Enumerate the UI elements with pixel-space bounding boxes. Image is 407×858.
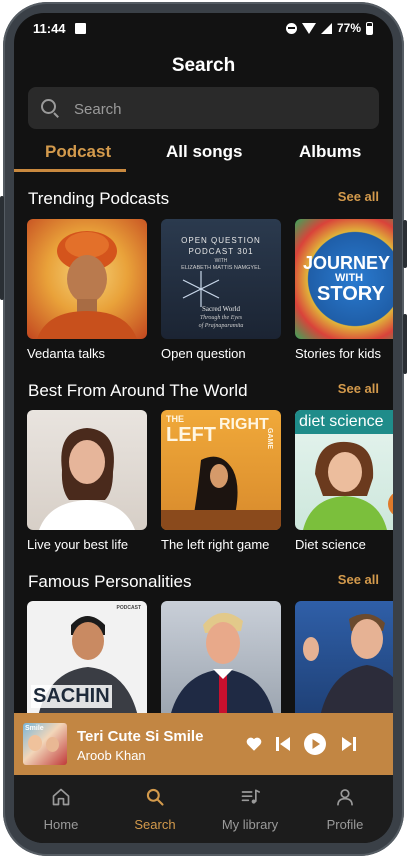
signal-icon — [320, 22, 332, 34]
search-icon — [146, 788, 164, 806]
portrait-photo-icon — [303, 441, 393, 530]
snowflake-icon — [182, 271, 220, 307]
app-screen: 11:44 77% Search Podcast All songs Album… — [14, 13, 393, 843]
nav-my-library-label: My library — [221, 817, 279, 832]
podcast-card-open-question[interactable]: OPEN QUESTION PODCAST 301 WITH ELIZABETH… — [161, 219, 281, 361]
status-time: 11:44 — [33, 21, 66, 36]
status-bar: 11:44 77% — [14, 13, 393, 45]
podcast-title: Vedanta talks — [27, 346, 106, 361]
search-bar[interactable] — [28, 87, 379, 131]
side-button-right-bottom — [403, 314, 407, 374]
song-title: Teri Cute Si Smile — [77, 728, 204, 745]
cover-text: Sacred World — [202, 305, 240, 313]
podcast-card-live-your-best-life[interactable]: Live your best life — [27, 410, 147, 552]
see-all-trending-button[interactable]: See all — [338, 189, 379, 204]
tab-all-songs[interactable]: All songs — [166, 142, 243, 162]
home-icon — [52, 788, 70, 806]
podcast-cover: diet science — [295, 410, 393, 530]
cover-text: STORY — [317, 283, 385, 305]
nav-profile[interactable]: Profile — [298, 775, 392, 843]
podcast-card-vedanta[interactable]: Vedanta talks — [27, 219, 147, 361]
search-input[interactable] — [72, 87, 366, 131]
podcast-cover — [27, 219, 147, 339]
library-icon — [241, 789, 260, 804]
podcast-cover: JOURNEY WITH STORY — [295, 219, 393, 339]
section-title-famous-personalities: Famous Personalities — [28, 572, 192, 591]
personality-card-3[interactable] — [295, 601, 393, 721]
nav-search[interactable]: Search — [108, 775, 202, 843]
podcast-cover: OPEN QUESTION PODCAST 301 WITH ELIZABETH… — [161, 219, 281, 339]
podcast-cover — [27, 410, 147, 530]
cover-text: PODCAST — [116, 605, 141, 611]
illustration-icon — [161, 456, 281, 530]
portrait-illustration-icon — [37, 231, 137, 339]
battery-icon — [366, 21, 373, 35]
cover-text: Through the Eyes — [199, 315, 243, 321]
nav-home-label: Home — [43, 817, 79, 832]
personality-card-sachin[interactable]: PODCAST SACHIN — [27, 601, 147, 721]
podcast-card-left-right-game[interactable]: THE LEFT RIGHT GAME The left right game — [161, 410, 281, 552]
cover-text: THE — [166, 414, 184, 424]
status-icons: 77% — [285, 21, 373, 35]
tab-albums[interactable]: Albums — [299, 142, 361, 162]
section-title-trending: Trending Podcasts — [28, 189, 170, 208]
cover-text: JOURNEY — [303, 253, 391, 273]
side-button-left — [0, 196, 4, 300]
previous-icon[interactable] — [275, 735, 291, 753]
podcast-title: Stories for kids — [295, 346, 381, 361]
see-all-world-button[interactable]: See all — [338, 381, 379, 396]
play-icon[interactable] — [303, 732, 327, 756]
nav-home[interactable]: Home — [14, 775, 108, 843]
active-tab-indicator — [14, 169, 126, 172]
next-icon[interactable] — [341, 735, 357, 753]
portrait-photo-icon — [169, 612, 275, 721]
cover-text: RIGHT — [219, 416, 269, 433]
nav-search-label: Search — [134, 817, 176, 832]
podcast-cover: THE LEFT RIGHT GAME — [161, 410, 281, 530]
podcast-card-diet-science[interactable]: diet science Diet science — [295, 410, 393, 552]
cover-text: LEFT — [166, 424, 216, 446]
portrait-photo-icon — [39, 428, 135, 530]
podcast-title: Diet science — [295, 537, 366, 552]
section-title-best-from-world: Best From Around The World — [28, 381, 248, 400]
podcast-title: Open question — [161, 346, 246, 361]
cover-text: PODCAST 301 — [188, 247, 254, 256]
battery-percent: 77% — [336, 21, 361, 35]
search-icon — [41, 99, 56, 114]
song-artist: Aroob Khan — [77, 748, 146, 763]
tab-podcast[interactable]: Podcast — [45, 142, 111, 162]
mini-player[interactable]: Smile Teri Cute Si Smile Aroob Khan — [14, 713, 393, 775]
portrait-photo-icon — [303, 613, 393, 721]
tab-bar: Podcast All songs Albums — [14, 139, 393, 173]
side-button-right-top — [403, 220, 407, 268]
do-not-disturb-icon — [285, 22, 297, 34]
heart-icon[interactable] — [245, 735, 263, 753]
nav-my-library[interactable]: My library — [203, 775, 297, 843]
profile-icon — [337, 789, 353, 806]
nav-profile-label: Profile — [326, 817, 364, 832]
personality-cover: PODCAST SACHIN — [27, 601, 147, 721]
personality-cover — [161, 601, 281, 721]
page-title: Search — [171, 55, 236, 76]
see-all-personalities-button[interactable]: See all — [338, 572, 379, 587]
artwork-text: Smile — [25, 725, 44, 732]
personality-card-2[interactable] — [161, 601, 281, 721]
cover-text: WITH — [214, 258, 228, 264]
bottom-nav: Home Search My library Profile — [14, 775, 393, 843]
cover-text: GAME — [266, 428, 273, 449]
podcast-card-stories-for-kids[interactable]: JOURNEY WITH STORY Stories for kids — [295, 219, 393, 361]
cover-text: of Prajnaparamita — [198, 323, 244, 329]
cover-text: SACHIN — [31, 685, 112, 708]
song-artwork: Smile — [23, 723, 67, 765]
podcast-title: The left right game — [161, 537, 270, 552]
cover-text: diet science — [299, 413, 384, 430]
podcast-title: Live your best life — [27, 537, 129, 552]
gallery-icon — [75, 23, 86, 34]
personality-cover — [295, 601, 393, 721]
wifi-icon — [301, 22, 316, 34]
cover-text: OPEN QUESTION — [181, 236, 261, 245]
